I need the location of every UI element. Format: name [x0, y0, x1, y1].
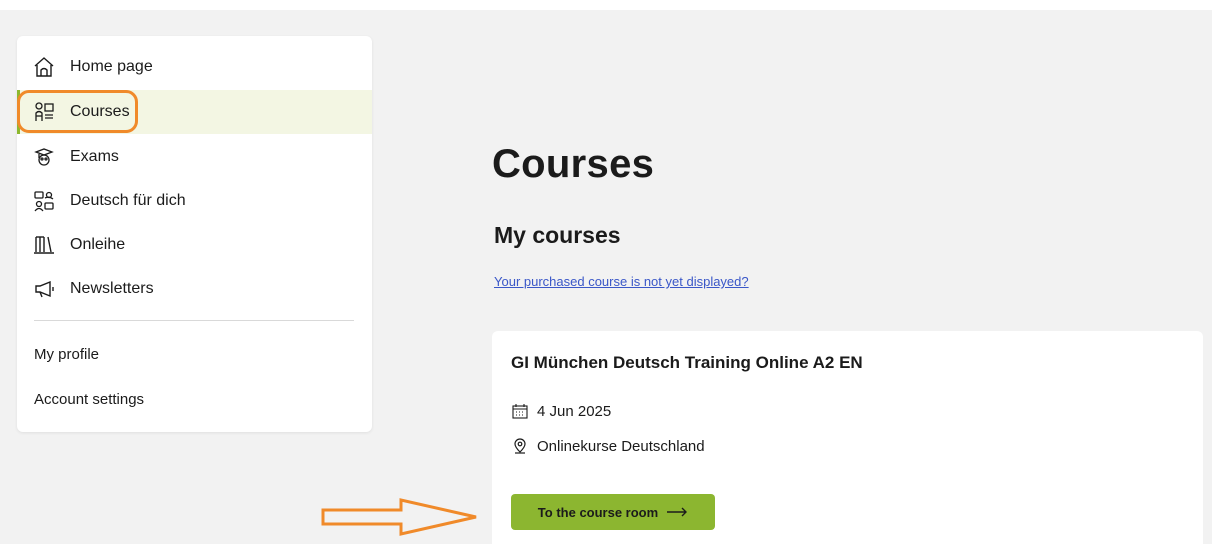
top-strip	[0, 0, 1212, 10]
calendar-icon	[511, 402, 529, 420]
sidebar-item-exams[interactable]: Exams	[17, 135, 372, 179]
library-icon	[33, 234, 55, 256]
home-icon	[33, 56, 55, 78]
pointer-arrow-annotation	[321, 498, 477, 536]
course-room-button[interactable]: To the course room	[511, 494, 715, 530]
page-title: Courses	[492, 142, 655, 186]
sidebar-item-deutsch-fuer-dich[interactable]: Deutsch für dich	[17, 179, 372, 223]
course-location-row: Onlinekurse Deutschland	[511, 437, 705, 455]
course-card: GI München Deutsch Training Online A2 EN…	[492, 331, 1203, 544]
sidebar-item-onleihe[interactable]: Onleihe	[17, 223, 372, 267]
location-pin-icon	[511, 437, 529, 455]
course-room-button-label: To the course room	[537, 504, 659, 520]
my-profile-link[interactable]: My profile	[34, 346, 99, 363]
megaphone-icon	[33, 278, 55, 300]
section-title: My courses	[494, 222, 621, 248]
arrow-right-icon	[666, 505, 688, 520]
sidebar-item-label: Newsletters	[70, 280, 154, 297]
course-location: Onlinekurse Deutschland	[537, 437, 705, 455]
sidebar-item-label: Exams	[70, 148, 119, 165]
sidebar-divider	[34, 320, 354, 321]
course-title: GI München Deutsch Training Online A2 EN	[511, 353, 863, 372]
sidebar-item-label: Deutsch für dich	[70, 192, 186, 209]
sidebar-item-label: Onleihe	[70, 236, 126, 253]
exams-icon	[33, 146, 55, 168]
course-not-displayed-link[interactable]: Your purchased course is not yet display…	[494, 274, 749, 289]
course-date: 4 Jun 2025	[537, 402, 612, 420]
sidebar-item-label: Home page	[70, 58, 153, 75]
sidebar-item-home[interactable]: Home page	[17, 45, 372, 89]
courses-highlight-annotation	[17, 90, 138, 133]
community-icon	[33, 190, 55, 212]
account-settings-link[interactable]: Account settings	[34, 391, 144, 408]
course-date-row: 4 Jun 2025	[511, 402, 611, 420]
sidebar-item-newsletters[interactable]: Newsletters	[17, 267, 372, 311]
